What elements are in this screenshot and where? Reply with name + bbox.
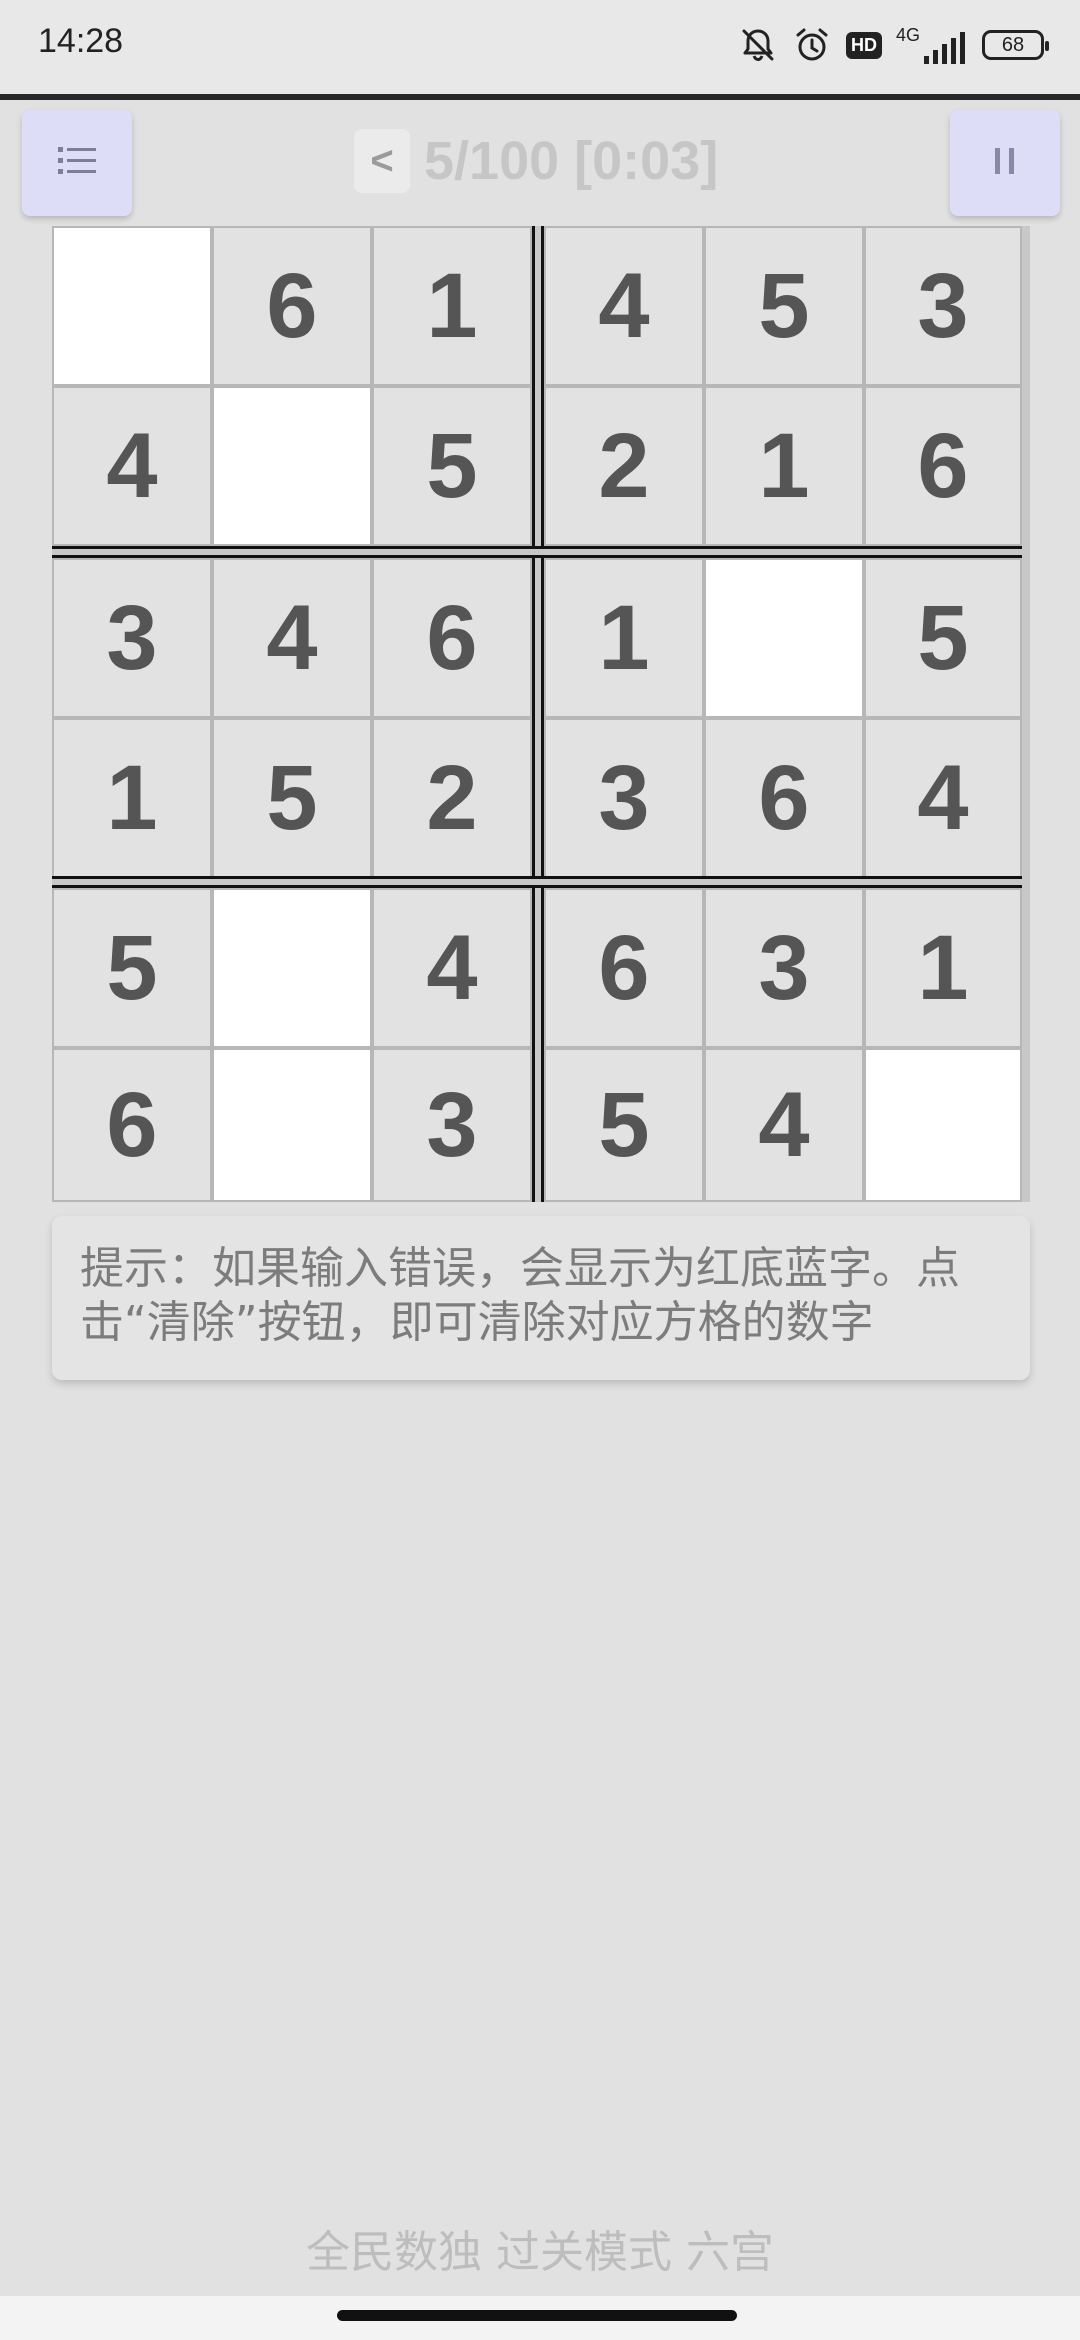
sudoku-cell-r3-c6[interactable]: 5 bbox=[864, 558, 1022, 718]
hint-card: 提示：如果输入错误，会显示为红底蓝字。点击“清除”按钮，即可清除对应方格的数字 bbox=[52, 1216, 1030, 1380]
sudoku-cell-r2-c4[interactable]: 2 bbox=[544, 386, 704, 546]
sudoku-cell-r5-c4[interactable]: 6 bbox=[544, 888, 704, 1048]
box-divider-horizontal bbox=[52, 546, 1022, 558]
menu-button[interactable] bbox=[22, 110, 132, 216]
sudoku-cell-r1-c4[interactable]: 4 bbox=[544, 226, 704, 386]
sudoku-cell-r3-c4[interactable]: 1 bbox=[544, 558, 704, 718]
sudoku-cell-r3-c3[interactable]: 6 bbox=[372, 558, 532, 718]
sudoku-cell-r6-c5[interactable]: 4 bbox=[704, 1048, 864, 1202]
sudoku-cell-r4-c6[interactable]: 4 bbox=[864, 718, 1022, 878]
alarm-icon bbox=[792, 25, 832, 65]
pause-button[interactable] bbox=[950, 110, 1060, 216]
network-type: 4G bbox=[895, 24, 920, 45]
box-divider-horizontal bbox=[52, 876, 1022, 888]
sudoku-cell-r2-c1[interactable]: 4 bbox=[52, 386, 212, 546]
screen: 14:28 HD 4G 68 < 5/100 [0:03] 6 1 4 5 3 … bbox=[0, 0, 1080, 2340]
sudoku-cell-r6-c3[interactable]: 3 bbox=[372, 1048, 532, 1202]
previous-level-button[interactable]: < bbox=[354, 129, 410, 193]
sudoku-cell-r5-c6[interactable]: 1 bbox=[864, 888, 1022, 1048]
sudoku-cell-r1-c2[interactable]: 6 bbox=[212, 226, 372, 386]
level-header: < 5/100 [0:03] bbox=[354, 128, 718, 194]
sudoku-cell-r1-c1[interactable] bbox=[52, 226, 212, 386]
sudoku-cell-r5-c3[interactable]: 4 bbox=[372, 888, 532, 1048]
sudoku-cell-r2-c2[interactable] bbox=[212, 386, 372, 546]
sudoku-cell-r2-c3[interactable]: 5 bbox=[372, 386, 532, 546]
sudoku-cell-r4-c1[interactable]: 1 bbox=[52, 718, 212, 878]
sudoku-cell-r2-c5[interactable]: 1 bbox=[704, 386, 864, 546]
mode-label: 全民数独 过关模式 六宫 bbox=[306, 2227, 774, 2278]
sudoku-cell-r1-c5[interactable]: 5 bbox=[704, 226, 864, 386]
box-divider-vertical bbox=[532, 226, 544, 1202]
home-indicator[interactable] bbox=[337, 2310, 737, 2321]
sudoku-cell-r3-c5[interactable] bbox=[704, 558, 864, 718]
hd-icon: HD bbox=[845, 31, 882, 59]
sudoku-cell-r5-c5[interactable]: 3 bbox=[704, 888, 864, 1048]
sudoku-cell-r1-c6[interactable]: 3 bbox=[864, 226, 1022, 386]
sudoku-cell-r6-c4[interactable]: 5 bbox=[544, 1048, 704, 1202]
sudoku-cell-r2-c6[interactable]: 6 bbox=[864, 386, 1022, 546]
level-progress-timer: 5/100 [0:03] bbox=[424, 131, 719, 191]
signal-icon: 4G bbox=[896, 25, 968, 66]
sudoku-cell-r6-c6[interactable] bbox=[864, 1048, 1022, 1202]
status-icons: HD 4G 68 bbox=[738, 20, 1049, 70]
battery-level: 68 bbox=[1001, 33, 1025, 56]
sudoku-cell-r3-c1[interactable]: 3 bbox=[52, 558, 212, 718]
battery-icon: 68 bbox=[982, 30, 1049, 60]
sudoku-cell-r3-c2[interactable]: 4 bbox=[212, 558, 372, 718]
sudoku-cell-r5-c2[interactable] bbox=[212, 888, 372, 1048]
sudoku-cell-r4-c4[interactable]: 3 bbox=[544, 718, 704, 878]
status-time: 14:28 bbox=[38, 22, 124, 60]
sudoku-cell-r6-c1[interactable]: 6 bbox=[52, 1048, 212, 1202]
sudoku-cell-r1-c3[interactable]: 1 bbox=[372, 226, 532, 386]
bell-off-icon bbox=[738, 25, 778, 65]
sudoku-cell-r4-c5[interactable]: 6 bbox=[704, 718, 864, 878]
list-icon bbox=[56, 143, 98, 183]
sudoku-cell-r4-c2[interactable]: 5 bbox=[212, 718, 372, 878]
status-bar: 14:28 HD 4G 68 bbox=[0, 0, 1080, 96]
sudoku-cell-r5-c1[interactable]: 5 bbox=[52, 888, 212, 1048]
sudoku-cell-r6-c2[interactable] bbox=[212, 1048, 372, 1202]
pause-icon bbox=[991, 144, 1019, 182]
sudoku-cell-r4-c3[interactable]: 2 bbox=[372, 718, 532, 878]
hint-text: 提示：如果输入错误，会显示为红底蓝字。点击“清除”按钮，即可清除对应方格的数字 bbox=[80, 1243, 960, 1348]
header-divider bbox=[0, 94, 1080, 100]
